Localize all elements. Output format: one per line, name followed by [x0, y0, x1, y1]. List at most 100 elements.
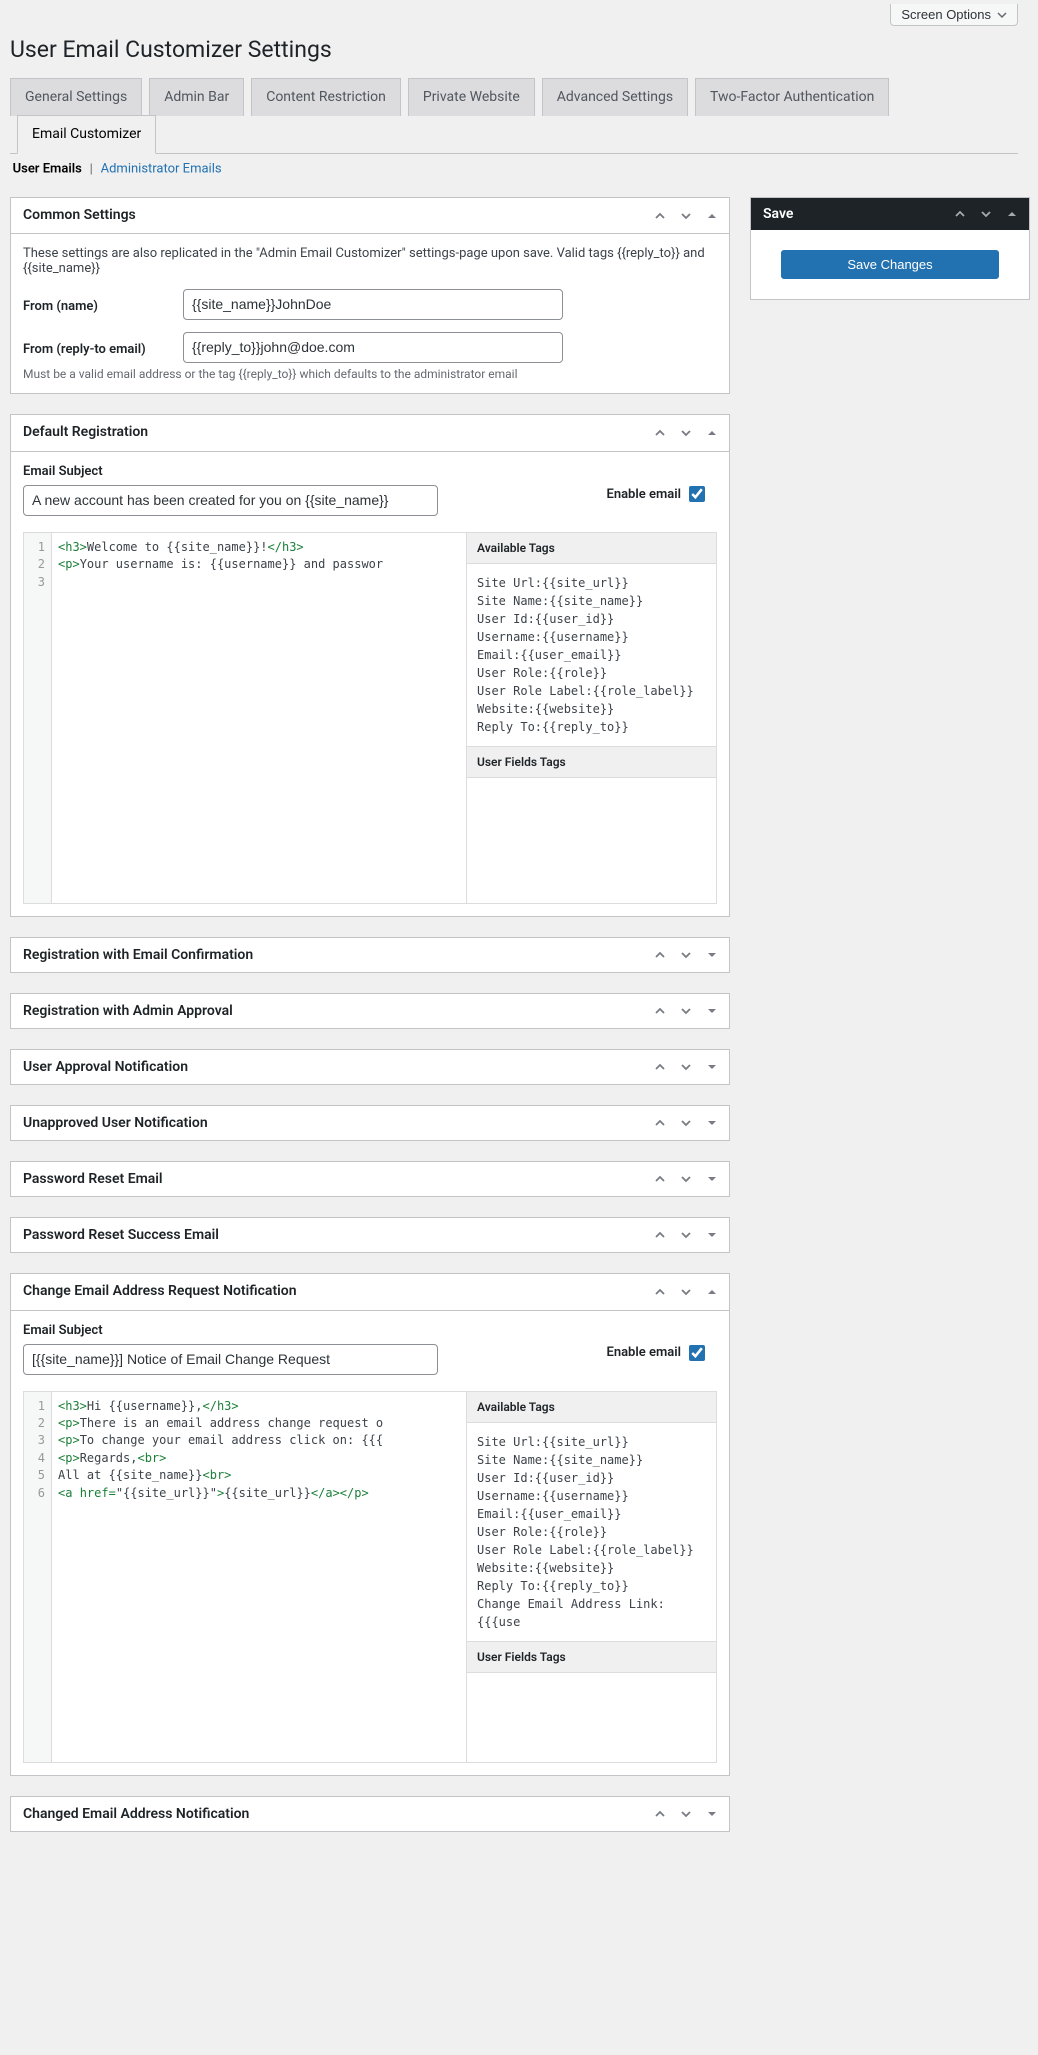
page-title: User Email Customizer Settings [10, 26, 1018, 69]
postbox-user-approval-notification: User Approval Notification [10, 1049, 730, 1085]
toggle-button[interactable] [699, 1164, 725, 1194]
code-content: <h3>Hi {{username}},</h3> <p>There is an… [52, 1392, 466, 1762]
tab-general-settings[interactable]: General Settings [10, 78, 142, 116]
toggle-button[interactable] [699, 1799, 725, 1829]
email-subject-input[interactable] [23, 485, 438, 516]
email-subject-input[interactable] [23, 1344, 438, 1375]
move-down-button[interactable] [673, 418, 699, 448]
tab-advanced-settings[interactable]: Advanced Settings [542, 78, 688, 116]
postbox-registration-with-admin-approval: Registration with Admin Approval [10, 993, 730, 1029]
from-name-input[interactable] [183, 289, 563, 320]
tab-content-restriction[interactable]: Content Restriction [251, 78, 401, 116]
move-up-button[interactable] [647, 418, 673, 448]
move-down-button[interactable] [673, 1164, 699, 1194]
user-fields-tags-body [467, 778, 716, 903]
save-header-title: Save [751, 198, 947, 230]
move-up-button[interactable] [647, 201, 673, 231]
enable-email-label: Enable email [606, 487, 681, 502]
tab-nav: General SettingsAdmin BarContent Restric… [10, 69, 1018, 154]
changed-email-notification-title: Changed Email Address Notification [11, 1797, 647, 1831]
toggle-button[interactable] [699, 996, 725, 1026]
postbox-unapproved-user-notification: Unapproved User Notification [10, 1105, 730, 1141]
move-up-button[interactable] [647, 1277, 673, 1307]
line-gutter: 123 [24, 533, 52, 903]
code-content: <h3>Welcome to {{site_name}}!</h3> <p>Yo… [52, 533, 466, 903]
code-editor[interactable]: 123 <h3>Welcome to {{site_name}}!</h3> <… [24, 533, 466, 903]
postbox-registration-with-email-confirmation: Registration with Email Confirmation [10, 937, 730, 973]
postbox-title: Password Reset Email [11, 1162, 647, 1196]
move-down-button[interactable] [673, 1108, 699, 1138]
tab-two-factor-authentication[interactable]: Two-Factor Authentication [695, 78, 889, 116]
move-up-button[interactable] [647, 996, 673, 1026]
tab-email-customizer[interactable]: Email Customizer [17, 115, 156, 154]
sub-tab-user-emails[interactable]: User Emails [10, 159, 84, 179]
move-up-button[interactable] [647, 940, 673, 970]
toggle-button[interactable] [699, 1277, 725, 1307]
screen-options-label: Screen Options [901, 7, 991, 22]
toggle-button[interactable] [699, 940, 725, 970]
reply-to-description: Must be a valid email address or the tag… [23, 367, 717, 381]
reply-to-input[interactable] [183, 332, 563, 363]
enable-email-checkbox[interactable] [689, 486, 705, 502]
from-name-label: From (name) [23, 293, 193, 314]
email-body-editor: 123 <h3>Welcome to {{site_name}}!</h3> <… [23, 532, 717, 904]
postbox-title: Registration with Email Confirmation [11, 938, 647, 972]
move-up-button[interactable] [647, 1052, 673, 1082]
postbox-title: Password Reset Success Email [11, 1218, 647, 1252]
move-down-button[interactable] [673, 940, 699, 970]
changed-email-notification-postbox: Changed Email Address Notification [10, 1796, 730, 1832]
email-subject-label: Email Subject [23, 1323, 438, 1338]
user-fields-tags-header: User Fields Tags [467, 746, 716, 778]
default-registration-postbox: Default Registration Email Subject [10, 414, 730, 917]
move-down-button[interactable] [673, 1220, 699, 1250]
move-down-button[interactable] [973, 199, 999, 229]
change-email-request-postbox: Change Email Address Request Notificatio… [10, 1273, 730, 1776]
default-registration-title: Default Registration [11, 415, 647, 451]
toggle-button[interactable] [699, 418, 725, 448]
line-gutter: 123456 [24, 1392, 52, 1762]
enable-email-label: Enable email [606, 1345, 681, 1360]
user-fields-tags-header: User Fields Tags [467, 1641, 716, 1673]
common-settings-title: Common Settings [11, 198, 647, 234]
available-tags-header: Available Tags [467, 1392, 716, 1423]
sub-tab-admin-emails[interactable]: Administrator Emails [98, 159, 224, 179]
toggle-button[interactable] [999, 199, 1025, 229]
available-tags-body: Site Url:{{site_url}} Site Name:{{site_n… [467, 1423, 716, 1641]
toggle-button[interactable] [699, 201, 725, 231]
move-up-button[interactable] [647, 1164, 673, 1194]
email-subject-label: Email Subject [23, 464, 438, 479]
toggle-button[interactable] [699, 1052, 725, 1082]
available-tags-header: Available Tags [467, 533, 716, 564]
move-up-button[interactable] [647, 1108, 673, 1138]
save-postbox: Save Save Changes [750, 197, 1030, 300]
save-changes-button[interactable]: Save Changes [781, 250, 999, 279]
screen-options-button[interactable]: Screen Options [890, 4, 1018, 26]
tab-private-website[interactable]: Private Website [408, 78, 535, 116]
chevron-down-icon [997, 10, 1007, 20]
tab-admin-bar[interactable]: Admin Bar [149, 78, 244, 116]
move-up-button[interactable] [647, 1220, 673, 1250]
move-down-button[interactable] [673, 1052, 699, 1082]
move-down-button[interactable] [673, 996, 699, 1026]
postbox-title: User Approval Notification [11, 1050, 647, 1084]
move-up-button[interactable] [947, 199, 973, 229]
postbox-password-reset-email: Password Reset Email [10, 1161, 730, 1197]
move-down-button[interactable] [673, 1277, 699, 1307]
email-body-editor: 123456 <h3>Hi {{username}},</h3> <p>Ther… [23, 1391, 717, 1763]
toggle-button[interactable] [699, 1220, 725, 1250]
postbox-title: Registration with Admin Approval [11, 994, 647, 1028]
move-down-button[interactable] [673, 1799, 699, 1829]
enable-email-checkbox[interactable] [689, 1345, 705, 1361]
move-up-button[interactable] [647, 1799, 673, 1829]
reply-to-label: From (reply-to email) [23, 336, 193, 357]
common-settings-intro: These settings are also replicated in th… [23, 246, 717, 276]
code-editor[interactable]: 123456 <h3>Hi {{username}},</h3> <p>Ther… [24, 1392, 466, 1762]
sub-tab-list: User Emails | Administrator Emails [10, 162, 1018, 177]
toggle-button[interactable] [699, 1108, 725, 1138]
change-email-request-title: Change Email Address Request Notificatio… [11, 1274, 647, 1310]
common-settings-postbox: Common Settings These settings are also … [10, 197, 730, 395]
user-fields-tags-body [467, 1673, 716, 1762]
postbox-title: Unapproved User Notification [11, 1106, 647, 1140]
postbox-password-reset-success-email: Password Reset Success Email [10, 1217, 730, 1253]
move-down-button[interactable] [673, 201, 699, 231]
